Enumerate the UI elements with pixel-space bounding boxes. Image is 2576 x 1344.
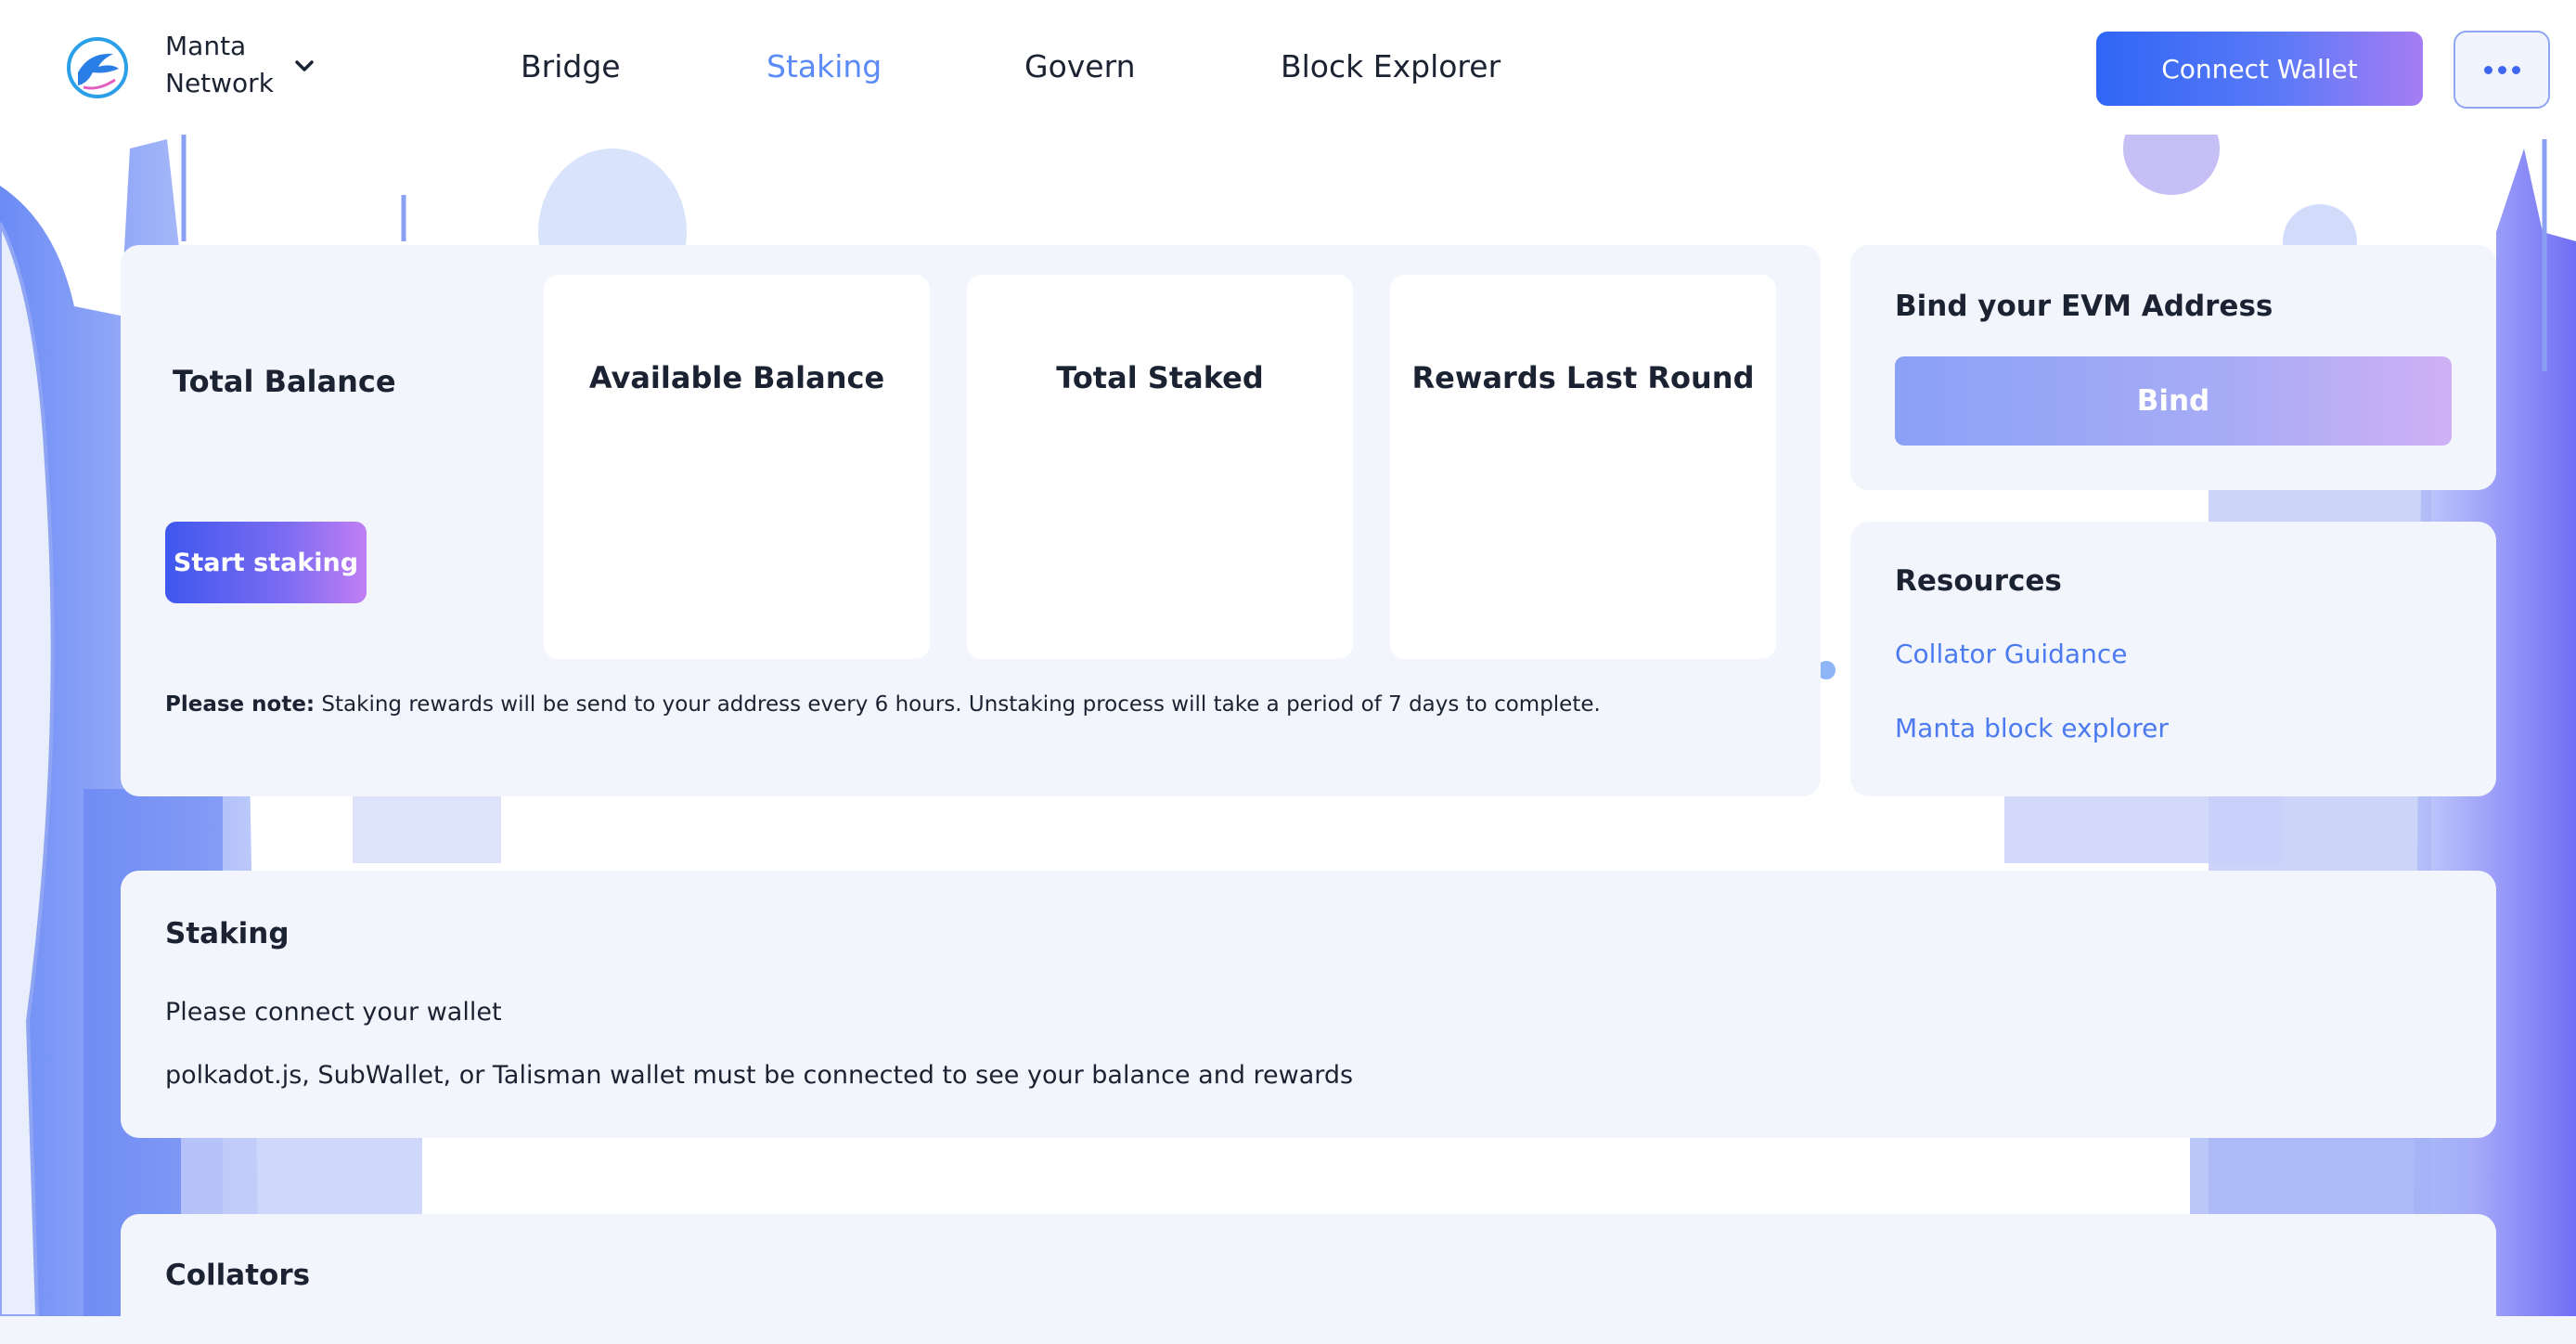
manta-logo-icon[interactable]	[65, 35, 130, 100]
network-name-line1: Manta	[165, 31, 247, 61]
balance-panel: Total Balance Start staking Available Ba…	[121, 245, 1821, 796]
more-dot	[2497, 65, 2506, 74]
start-staking-button[interactable]: Start staking	[165, 522, 367, 603]
wallet-requirement-text: polkadot.js, SubWallet, or Talisman wall…	[165, 1061, 1354, 1090]
staking-note: Please note: Staking rewards will be sen…	[165, 692, 1601, 717]
connect-wallet-message: Please connect your wallet	[165, 998, 502, 1027]
collators-section-title: Collators	[165, 1259, 311, 1292]
collator-guidance-link[interactable]: Collator Guidance	[1895, 639, 2127, 669]
note-text: Staking rewards will be send to your add…	[315, 692, 1601, 717]
manta-block-explorer-link[interactable]: Manta block explorer	[1895, 713, 2169, 743]
rewards-last-round-card: Rewards Last Round	[1390, 275, 1776, 659]
more-dot	[2511, 65, 2520, 74]
bind-evm-panel: Bind your EVM Address Bind	[1850, 245, 2496, 490]
total-staked-title: Total Staked	[1056, 360, 1264, 395]
nav-govern[interactable]: Govern	[1024, 46, 1136, 87]
resources-panel: Resources Collator Guidance Manta block …	[1850, 522, 2496, 796]
total-balance-label: Total Balance	[173, 364, 396, 399]
top-navigation-bar: Manta Network Bridge Staking Govern Bloc…	[0, 0, 2576, 135]
bind-evm-title: Bind your EVM Address	[1895, 290, 2273, 323]
more-dots-icon	[2483, 65, 2492, 74]
network-selector-label[interactable]: Manta Network	[165, 28, 274, 102]
nav-staking[interactable]: Staking	[766, 46, 882, 87]
staking-section: Staking Please connect your wallet polka…	[121, 871, 2496, 1138]
rewards-last-round-title: Rewards Last Round	[1411, 360, 1755, 395]
collators-section: Collators	[121, 1214, 2496, 1344]
more-options-button[interactable]	[2454, 31, 2550, 109]
network-name-line2: Network	[165, 68, 274, 98]
chevron-down-icon[interactable]	[290, 51, 319, 81]
nav-bridge[interactable]: Bridge	[521, 46, 621, 87]
staking-section-title: Staking	[165, 917, 290, 950]
connect-wallet-button[interactable]: Connect Wallet	[2096, 32, 2423, 106]
available-balance-title: Available Balance	[588, 360, 885, 395]
resources-title: Resources	[1895, 564, 2062, 598]
nav-block-explorer[interactable]: Block Explorer	[1281, 46, 1501, 87]
bind-button[interactable]: Bind	[1895, 356, 2452, 446]
available-balance-card: Available Balance	[544, 275, 930, 659]
note-prefix: Please note:	[165, 692, 316, 717]
total-staked-card: Total Staked	[967, 275, 1353, 659]
